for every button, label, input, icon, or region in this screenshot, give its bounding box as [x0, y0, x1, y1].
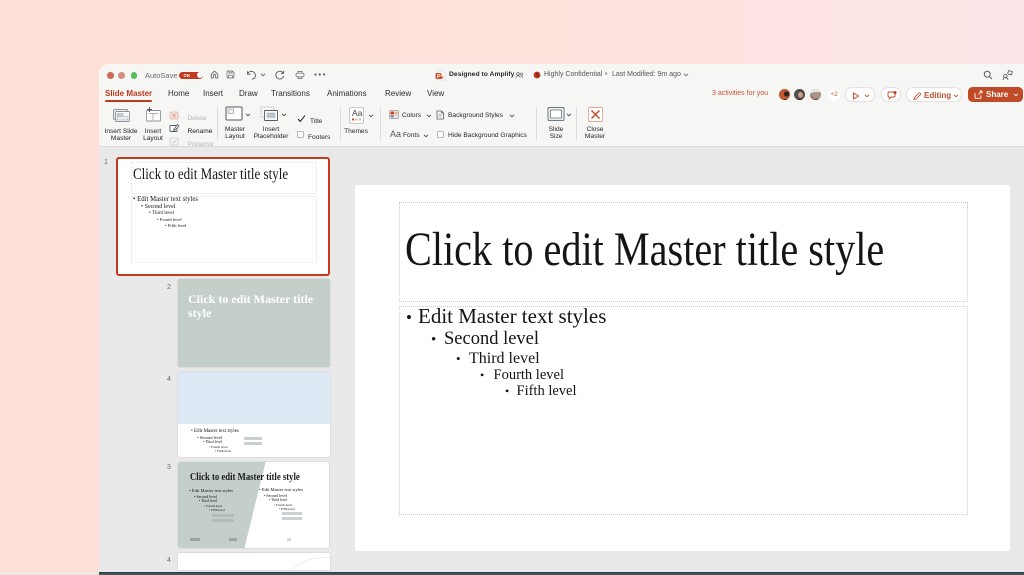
svg-text:Aa: Aa: [352, 108, 363, 118]
svg-text:P: P: [437, 74, 441, 80]
